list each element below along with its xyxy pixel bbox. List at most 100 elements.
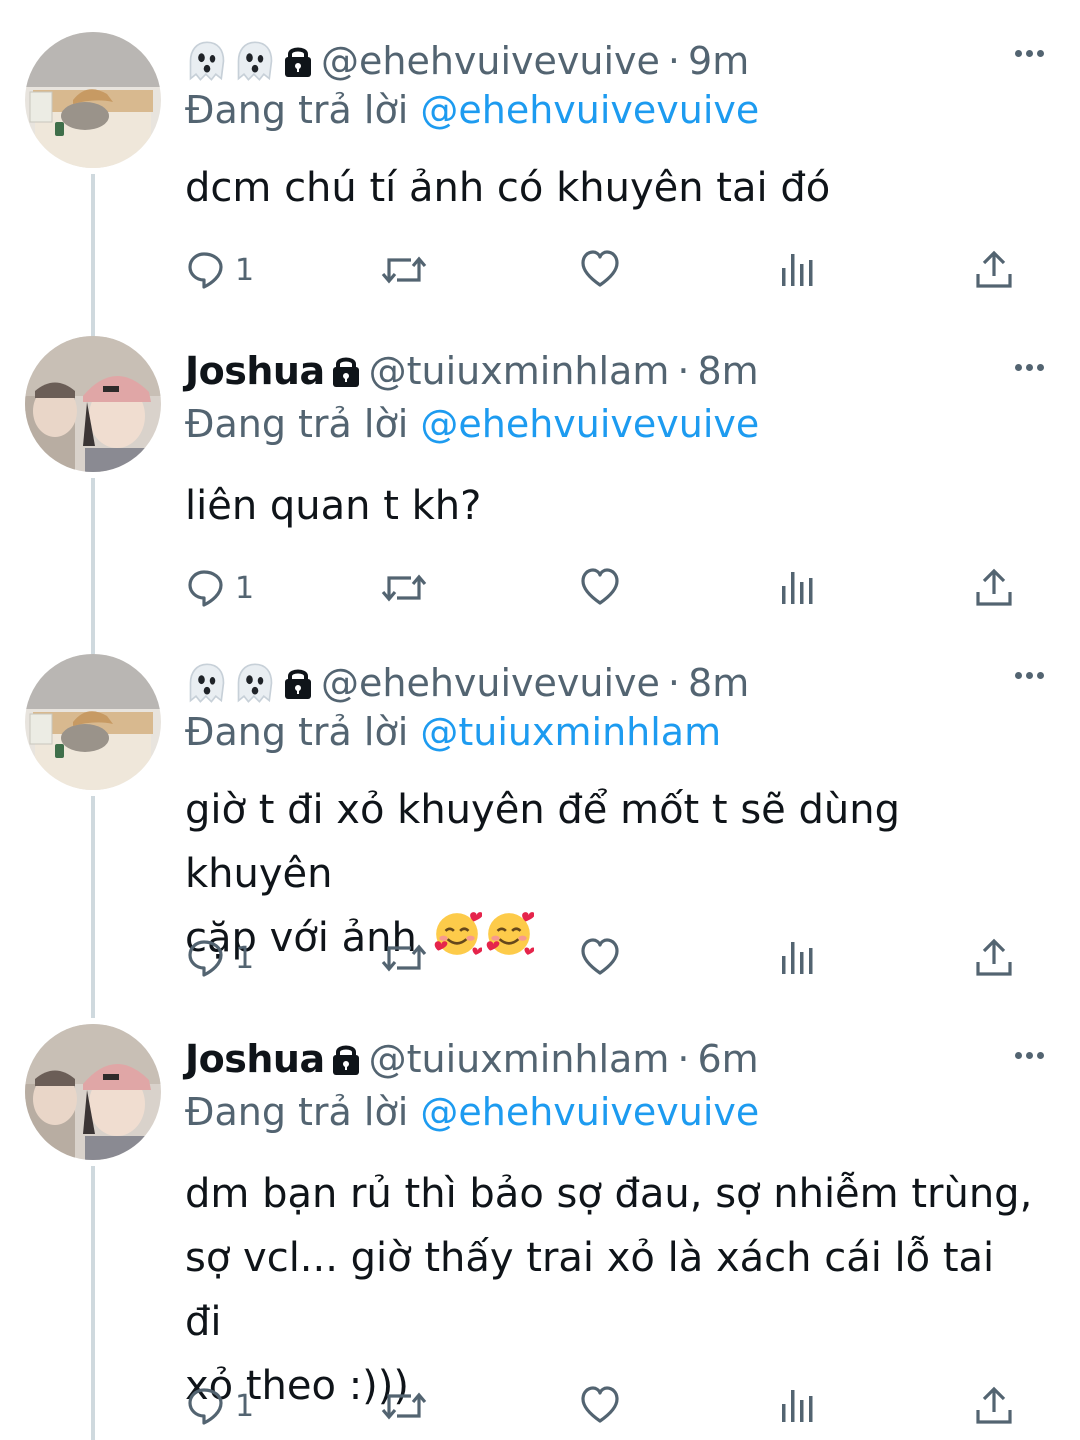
stats-icon bbox=[782, 1390, 813, 1422]
reply-button[interactable]: 1 bbox=[187, 1386, 254, 1426]
heart-icon bbox=[581, 938, 619, 975]
display-name[interactable]: Joshua bbox=[185, 349, 325, 393]
replying-to: Đang trả lời @ehehvuivevuive bbox=[185, 1090, 759, 1134]
views-button[interactable] bbox=[779, 568, 815, 606]
retweet-button[interactable] bbox=[381, 1386, 427, 1426]
handle[interactable]: @ehehvuivevuive bbox=[321, 39, 660, 83]
tweet-header: @ehehvuivevuive · 8m bbox=[185, 658, 749, 708]
thread-line bbox=[91, 796, 95, 1018]
mention-link[interactable]: @tuiuxminhlam bbox=[420, 710, 721, 754]
avatar[interactable] bbox=[25, 32, 161, 168]
tweet-text: dm bạn rủ thì bảo sợ đau, sợ nhiễm trùng… bbox=[185, 1162, 1035, 1418]
lock-icon bbox=[330, 354, 361, 388]
avatar[interactable] bbox=[25, 336, 161, 472]
retweet-icon bbox=[381, 1393, 427, 1419]
timestamp[interactable]: 8m bbox=[688, 661, 749, 705]
more-options-icon[interactable] bbox=[1015, 672, 1044, 679]
reply-icon bbox=[188, 252, 223, 289]
reply-button[interactable]: 1 bbox=[187, 250, 254, 290]
tweet-text: dcm chú tí ảnh có khuyên tai đó bbox=[185, 156, 1035, 220]
retweet-button[interactable] bbox=[381, 568, 427, 608]
ghost-icon bbox=[237, 663, 273, 703]
timestamp[interactable]: 9m bbox=[688, 39, 749, 83]
avatar[interactable] bbox=[25, 654, 161, 790]
tweet-text-line: dcm chú tí ảnh có khuyên tai đó bbox=[185, 165, 831, 211]
share-icon bbox=[976, 939, 1012, 976]
tweet-header: @ehehvuivevuive · 9m bbox=[185, 36, 749, 86]
tweet-text-line: giờ t đi xỏ khuyên để mốt t sẽ dùng khuy… bbox=[185, 787, 900, 897]
replying-label: Đang trả lời bbox=[185, 1090, 409, 1134]
tweet-text-line: sợ vcl... giờ thấy trai xỏ là xách cái l… bbox=[185, 1235, 995, 1345]
share-button[interactable] bbox=[975, 568, 1013, 606]
like-button[interactable] bbox=[581, 568, 619, 606]
action-bar: 1 bbox=[185, 568, 1035, 618]
separator: · bbox=[677, 349, 690, 393]
thread-line bbox=[91, 478, 95, 654]
reply-count: 1 bbox=[235, 252, 255, 288]
handle[interactable]: @ehehvuivevuive bbox=[321, 661, 660, 705]
stats-icon bbox=[782, 254, 813, 286]
reply-icon bbox=[188, 940, 223, 977]
reply-count: 1 bbox=[235, 940, 255, 976]
share-icon bbox=[976, 569, 1012, 606]
like-button[interactable] bbox=[581, 1386, 619, 1424]
replying-to: Đang trả lời @ehehvuivevuive bbox=[185, 402, 759, 446]
retweet-button[interactable] bbox=[381, 938, 427, 978]
stats-icon bbox=[782, 942, 813, 974]
replying-label: Đang trả lời bbox=[185, 402, 409, 446]
timestamp[interactable]: 6m bbox=[697, 1037, 758, 1081]
views-button[interactable] bbox=[779, 1386, 815, 1424]
reply-button[interactable]: 1 bbox=[187, 568, 254, 608]
tweet-text: liên quan t kh? bbox=[185, 474, 1035, 538]
retweet-icon bbox=[381, 945, 427, 971]
heart-icon bbox=[581, 250, 619, 287]
views-button[interactable] bbox=[779, 938, 815, 976]
share-button[interactable] bbox=[975, 250, 1013, 288]
action-bar: 1 bbox=[185, 938, 1035, 988]
retweet-icon bbox=[381, 257, 427, 283]
share-button[interactable] bbox=[975, 1386, 1013, 1424]
display-name[interactable] bbox=[185, 661, 277, 705]
handle[interactable]: @tuiuxminhlam bbox=[369, 349, 670, 393]
display-name[interactable]: Joshua bbox=[185, 1037, 325, 1081]
stats-icon bbox=[782, 572, 813, 604]
ghost-icon bbox=[189, 663, 225, 703]
action-bar: 1 bbox=[185, 1386, 1035, 1436]
share-button[interactable] bbox=[975, 938, 1013, 976]
more-options-icon[interactable] bbox=[1015, 1052, 1044, 1059]
more-options-icon[interactable] bbox=[1015, 364, 1044, 371]
replying-label: Đang trả lời bbox=[185, 710, 409, 754]
tweet-header: Joshua @tuiuxminhlam · 6m bbox=[185, 1034, 759, 1084]
replying-to: Đang trả lời @ehehvuivevuive bbox=[185, 88, 759, 132]
replying-to: Đang trả lời @tuiuxminhlam bbox=[185, 710, 721, 754]
thread-line bbox=[91, 174, 95, 346]
lock-icon bbox=[283, 666, 313, 700]
tweet-header: Joshua @tuiuxminhlam · 8m bbox=[185, 346, 759, 396]
views-button[interactable] bbox=[779, 250, 815, 288]
mention-link[interactable]: @ehehvuivevuive bbox=[420, 402, 759, 446]
reply-icon bbox=[188, 570, 223, 607]
heart-icon bbox=[581, 568, 619, 605]
like-button[interactable] bbox=[581, 250, 619, 288]
reply-button[interactable]: 1 bbox=[187, 938, 254, 978]
tweet-text-line: liên quan t kh? bbox=[185, 483, 482, 529]
thread-line bbox=[91, 1166, 95, 1440]
lock-icon bbox=[283, 44, 313, 78]
reply-count: 1 bbox=[235, 1388, 255, 1424]
retweet-button[interactable] bbox=[381, 250, 427, 290]
display-name[interactable] bbox=[185, 39, 277, 83]
mention-link[interactable]: @ehehvuivevuive bbox=[420, 88, 759, 132]
lock-icon bbox=[330, 1042, 361, 1076]
like-button[interactable] bbox=[581, 938, 619, 976]
more-options-icon[interactable] bbox=[1015, 50, 1044, 57]
reply-icon bbox=[188, 1388, 223, 1425]
avatar[interactable] bbox=[25, 1024, 161, 1160]
heart-icon bbox=[581, 1386, 619, 1423]
retweet-icon bbox=[381, 575, 427, 601]
ghost-icon bbox=[237, 41, 273, 81]
replying-label: Đang trả lời bbox=[185, 88, 409, 132]
timestamp[interactable]: 8m bbox=[697, 349, 758, 393]
separator: · bbox=[667, 661, 681, 705]
handle[interactable]: @tuiuxminhlam bbox=[369, 1037, 670, 1081]
mention-link[interactable]: @ehehvuivevuive bbox=[420, 1090, 759, 1134]
